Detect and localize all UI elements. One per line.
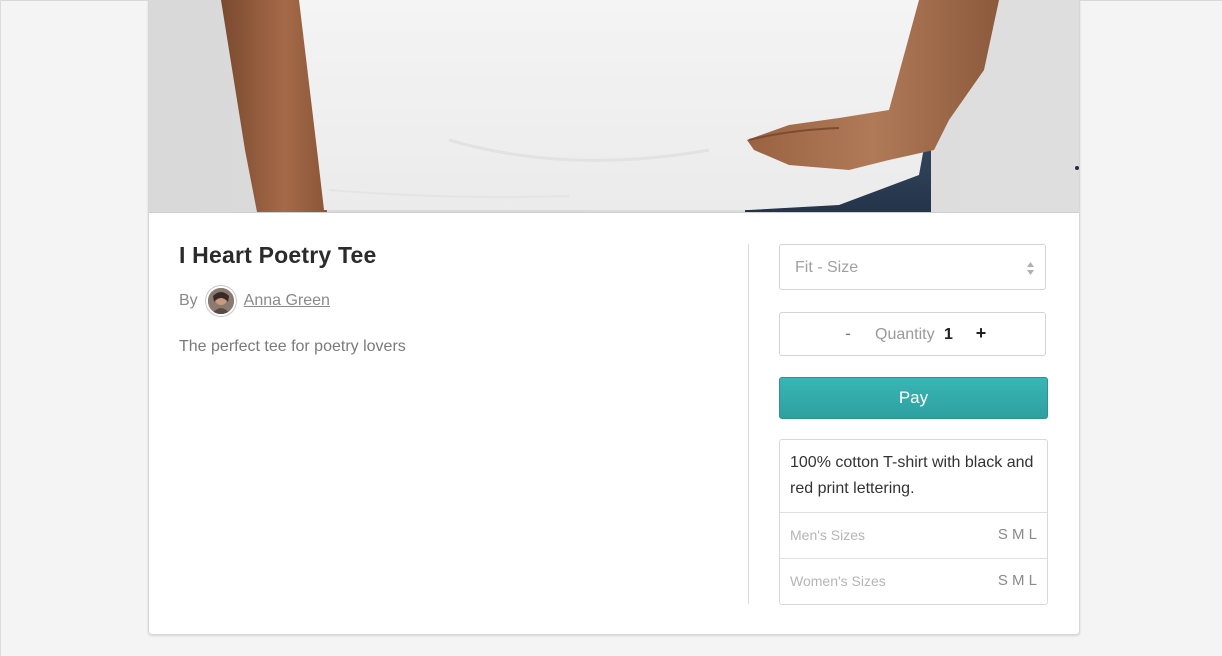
- mens-sizes-label: Men's Sizes: [790, 527, 866, 543]
- product-description: The perfect tee for poetry lovers: [179, 338, 406, 355]
- window-left-border: [0, 0, 1, 656]
- product-details-panel: 100% cotton T-shirt with black and red p…: [779, 439, 1048, 605]
- select-arrows-icon: [1026, 261, 1035, 276]
- author-link[interactable]: Anna Green: [244, 292, 330, 310]
- quantity-label: Quantity: [875, 326, 935, 343]
- quantity-increment-button[interactable]: +: [975, 323, 987, 344]
- fit-size-placeholder: Fit - Size: [795, 259, 859, 276]
- fit-size-select[interactable]: Fit - Size: [779, 244, 1046, 290]
- mens-sizes-row: Men's Sizes S M L: [780, 512, 1047, 557]
- product-card: I Heart Poetry Tee By Anna Green The per…: [148, 0, 1080, 635]
- quantity-value: 1: [944, 326, 953, 343]
- author-avatar[interactable]: [205, 286, 236, 316]
- byline: By Anna Green: [179, 286, 330, 316]
- pay-button[interactable]: Pay: [779, 377, 1048, 419]
- details-text: 100% cotton T-shirt with black and red p…: [790, 454, 1034, 497]
- product-title: I Heart Poetry Tee: [179, 242, 377, 268]
- column-divider: [748, 244, 749, 604]
- womens-sizes-values: S M L: [997, 572, 1037, 589]
- product-image: [149, 0, 1079, 213]
- womens-sizes-label: Women's Sizes: [790, 573, 886, 589]
- womens-sizes-row: Women's Sizes S M L: [780, 558, 1047, 603]
- quantity-stepper: - Quantity 1 +: [779, 312, 1046, 356]
- by-label: By: [179, 292, 198, 309]
- quantity-decrement-button[interactable]: -: [842, 324, 854, 344]
- mens-sizes-values: S M L: [997, 526, 1037, 543]
